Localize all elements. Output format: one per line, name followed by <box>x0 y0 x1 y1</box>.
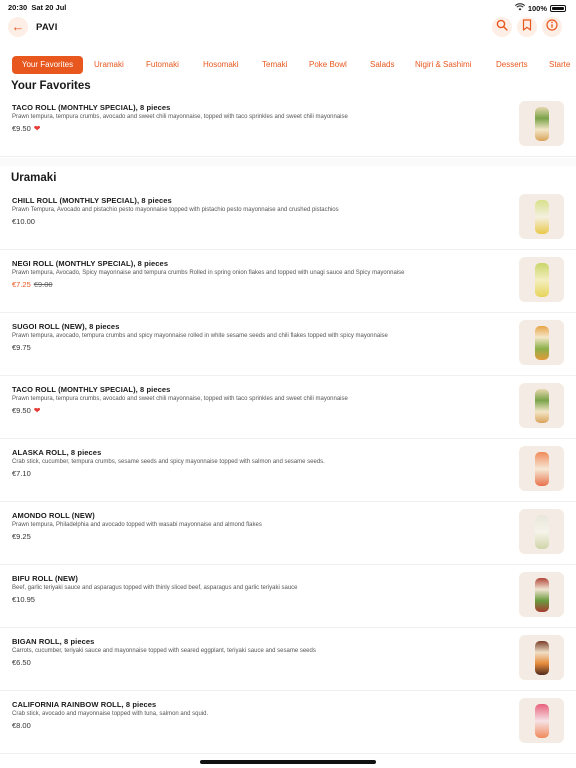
menu-item[interactable]: NEGI ROLL (MONTHLY SPECIAL), 8 pieces Pr… <box>0 250 576 313</box>
item-image <box>519 320 564 365</box>
info-icon <box>546 18 558 36</box>
item-description: Prawn tempura, avocado, tempura crumbs a… <box>12 333 388 339</box>
item-price: €9.75 <box>12 343 31 352</box>
item-name: NEGI ROLL (MONTHLY SPECIAL), 8 pieces <box>12 259 169 268</box>
bookmark-icon <box>522 18 532 36</box>
page-title: PAVI <box>36 22 58 33</box>
back-arrow-icon: ← <box>11 19 25 34</box>
section-divider <box>0 158 576 166</box>
item-description: Crab stick, avocado and mayonnaise toppe… <box>12 711 209 717</box>
tab-poke-bowl[interactable]: Poke Bowl <box>303 56 353 74</box>
item-image <box>519 698 564 743</box>
status-right: 100% <box>514 3 566 13</box>
item-price-row: €6.50 <box>12 658 31 667</box>
category-tabs: Your Favorites Uramaki Futomaki Hosomaki… <box>0 54 576 76</box>
menu-item[interactable]: SUGOI ROLL (NEW), 8 pieces Prawn tempura… <box>0 313 576 376</box>
item-name: ALASKA ROLL, 8 pieces <box>12 448 102 457</box>
item-description: Prawn Tempura, Avocado and pistachio pes… <box>12 207 339 213</box>
item-price: €9.25 <box>12 532 31 541</box>
section-title-uramaki: Uramaki <box>11 172 57 184</box>
battery-icon <box>550 4 566 12</box>
item-price-row: €9.50 ❤ <box>12 406 40 415</box>
item-old-price: €9.00 <box>33 280 53 289</box>
tab-starters[interactable]: Starte <box>543 56 576 74</box>
item-price-row: €9.50 ❤ <box>12 124 40 133</box>
item-description: Carrots, cucumber, teriyaki sauce and ma… <box>12 648 316 654</box>
menu-item[interactable]: CALIFORNIA RAINBOW ROLL, 8 pieces Crab s… <box>0 691 576 754</box>
item-price-row: €7.10 <box>12 469 31 478</box>
item-description: Prawn tempura, Avocado, Spicy mayonnaise… <box>12 270 405 276</box>
item-price: €6.50 <box>12 658 31 667</box>
item-price: €9.50 <box>12 124 31 133</box>
item-price: €10.00 <box>12 217 35 226</box>
heart-icon[interactable]: ❤ <box>34 406 41 415</box>
menu-item[interactable]: ALASKA ROLL, 8 pieces Crab stick, cucumb… <box>0 439 576 502</box>
tab-nigiri-sashimi[interactable]: Nigiri & Sashimi <box>409 56 477 74</box>
menu-item[interactable]: CHILL ROLL (MONTHLY SPECIAL), 8 pieces P… <box>0 187 576 250</box>
item-image <box>519 572 564 617</box>
search-button[interactable] <box>492 17 512 37</box>
item-image <box>519 383 564 428</box>
tab-salads[interactable]: Salads <box>364 56 400 74</box>
item-name: CHILL ROLL (MONTHLY SPECIAL), 8 pieces <box>12 196 172 205</box>
item-price: €9.50 <box>12 406 31 415</box>
tab-uramaki[interactable]: Uramaki <box>88 56 130 74</box>
item-description: Prawn tempura, Philadelphia and avocado … <box>12 522 262 528</box>
item-description: Prawn tempura, tempura crumbs, avocado a… <box>12 396 348 402</box>
bookmark-button[interactable] <box>517 17 537 37</box>
item-description: Crab stick, cucumber, tempura crumbs, se… <box>12 459 325 465</box>
tab-temaki[interactable]: Temaki <box>256 56 293 74</box>
item-price-row: €8.00 <box>12 721 31 730</box>
tab-your-favorites[interactable]: Your Favorites <box>12 56 83 74</box>
item-price-row: €10.00 <box>12 217 35 226</box>
item-price: €7.25 <box>12 280 31 289</box>
item-image <box>519 509 564 554</box>
menu-item[interactable]: BIGAN ROLL, 8 pieces Carrots, cucumber, … <box>0 628 576 691</box>
item-price-row: €9.25 <box>12 532 31 541</box>
home-indicator <box>200 760 376 764</box>
item-name: BIGAN ROLL, 8 pieces <box>12 637 95 646</box>
item-price: €10.95 <box>12 595 35 604</box>
item-description: Beef, garlic teriyaki sauce and asparagu… <box>12 585 298 591</box>
item-image <box>519 446 564 491</box>
item-name: AMONDO ROLL (NEW) <box>12 511 95 520</box>
header: ← PAVI <box>0 14 576 44</box>
search-icon <box>496 18 508 36</box>
tab-desserts[interactable]: Desserts <box>490 56 534 74</box>
item-name: TACO ROLL (MONTHLY SPECIAL), 8 pieces <box>12 103 171 112</box>
item-price-row: €7.25 €9.00 <box>12 280 53 289</box>
item-image <box>519 635 564 680</box>
battery-percent: 100% <box>527 3 547 13</box>
section-title-favorites: Your Favorites <box>11 80 91 92</box>
item-image <box>519 101 564 146</box>
status-time: 20:30 Sat 20 Jul <box>8 3 67 12</box>
item-name: TACO ROLL (MONTHLY SPECIAL), 8 pieces <box>12 385 171 394</box>
item-price: €8.00 <box>12 721 31 730</box>
tab-hosomaki[interactable]: Hosomaki <box>197 56 245 74</box>
menu-item[interactable]: TACO ROLL (MONTHLY SPECIAL), 8 pieces Pr… <box>0 376 576 439</box>
back-button[interactable]: ← <box>8 17 28 37</box>
item-image <box>519 257 564 302</box>
status-bar: 20:30 Sat 20 Jul 100% <box>0 0 576 14</box>
item-description: Prawn tempura, tempura crumbs, avocado a… <box>12 114 348 120</box>
item-price-row: €10.95 <box>12 595 35 604</box>
menu-item[interactable]: BIFU ROLL (NEW) Beef, garlic teriyaki sa… <box>0 565 576 628</box>
item-price-row: €9.75 <box>12 343 31 352</box>
menu-item[interactable]: TACO ROLL (MONTHLY SPECIAL), 8 pieces Pr… <box>0 94 576 157</box>
heart-icon[interactable]: ❤ <box>34 124 41 133</box>
item-image <box>519 194 564 239</box>
item-price: €7.10 <box>12 469 31 478</box>
wifi-icon <box>514 3 525 13</box>
menu-item[interactable]: AMONDO ROLL (NEW) Prawn tempura, Philade… <box>0 502 576 565</box>
item-name: CALIFORNIA RAINBOW ROLL, 8 pieces <box>12 700 157 709</box>
item-name: BIFU ROLL (NEW) <box>12 574 78 583</box>
item-name: SUGOI ROLL (NEW), 8 pieces <box>12 322 120 331</box>
tab-futomaki[interactable]: Futomaki <box>140 56 185 74</box>
info-button[interactable] <box>542 17 562 37</box>
